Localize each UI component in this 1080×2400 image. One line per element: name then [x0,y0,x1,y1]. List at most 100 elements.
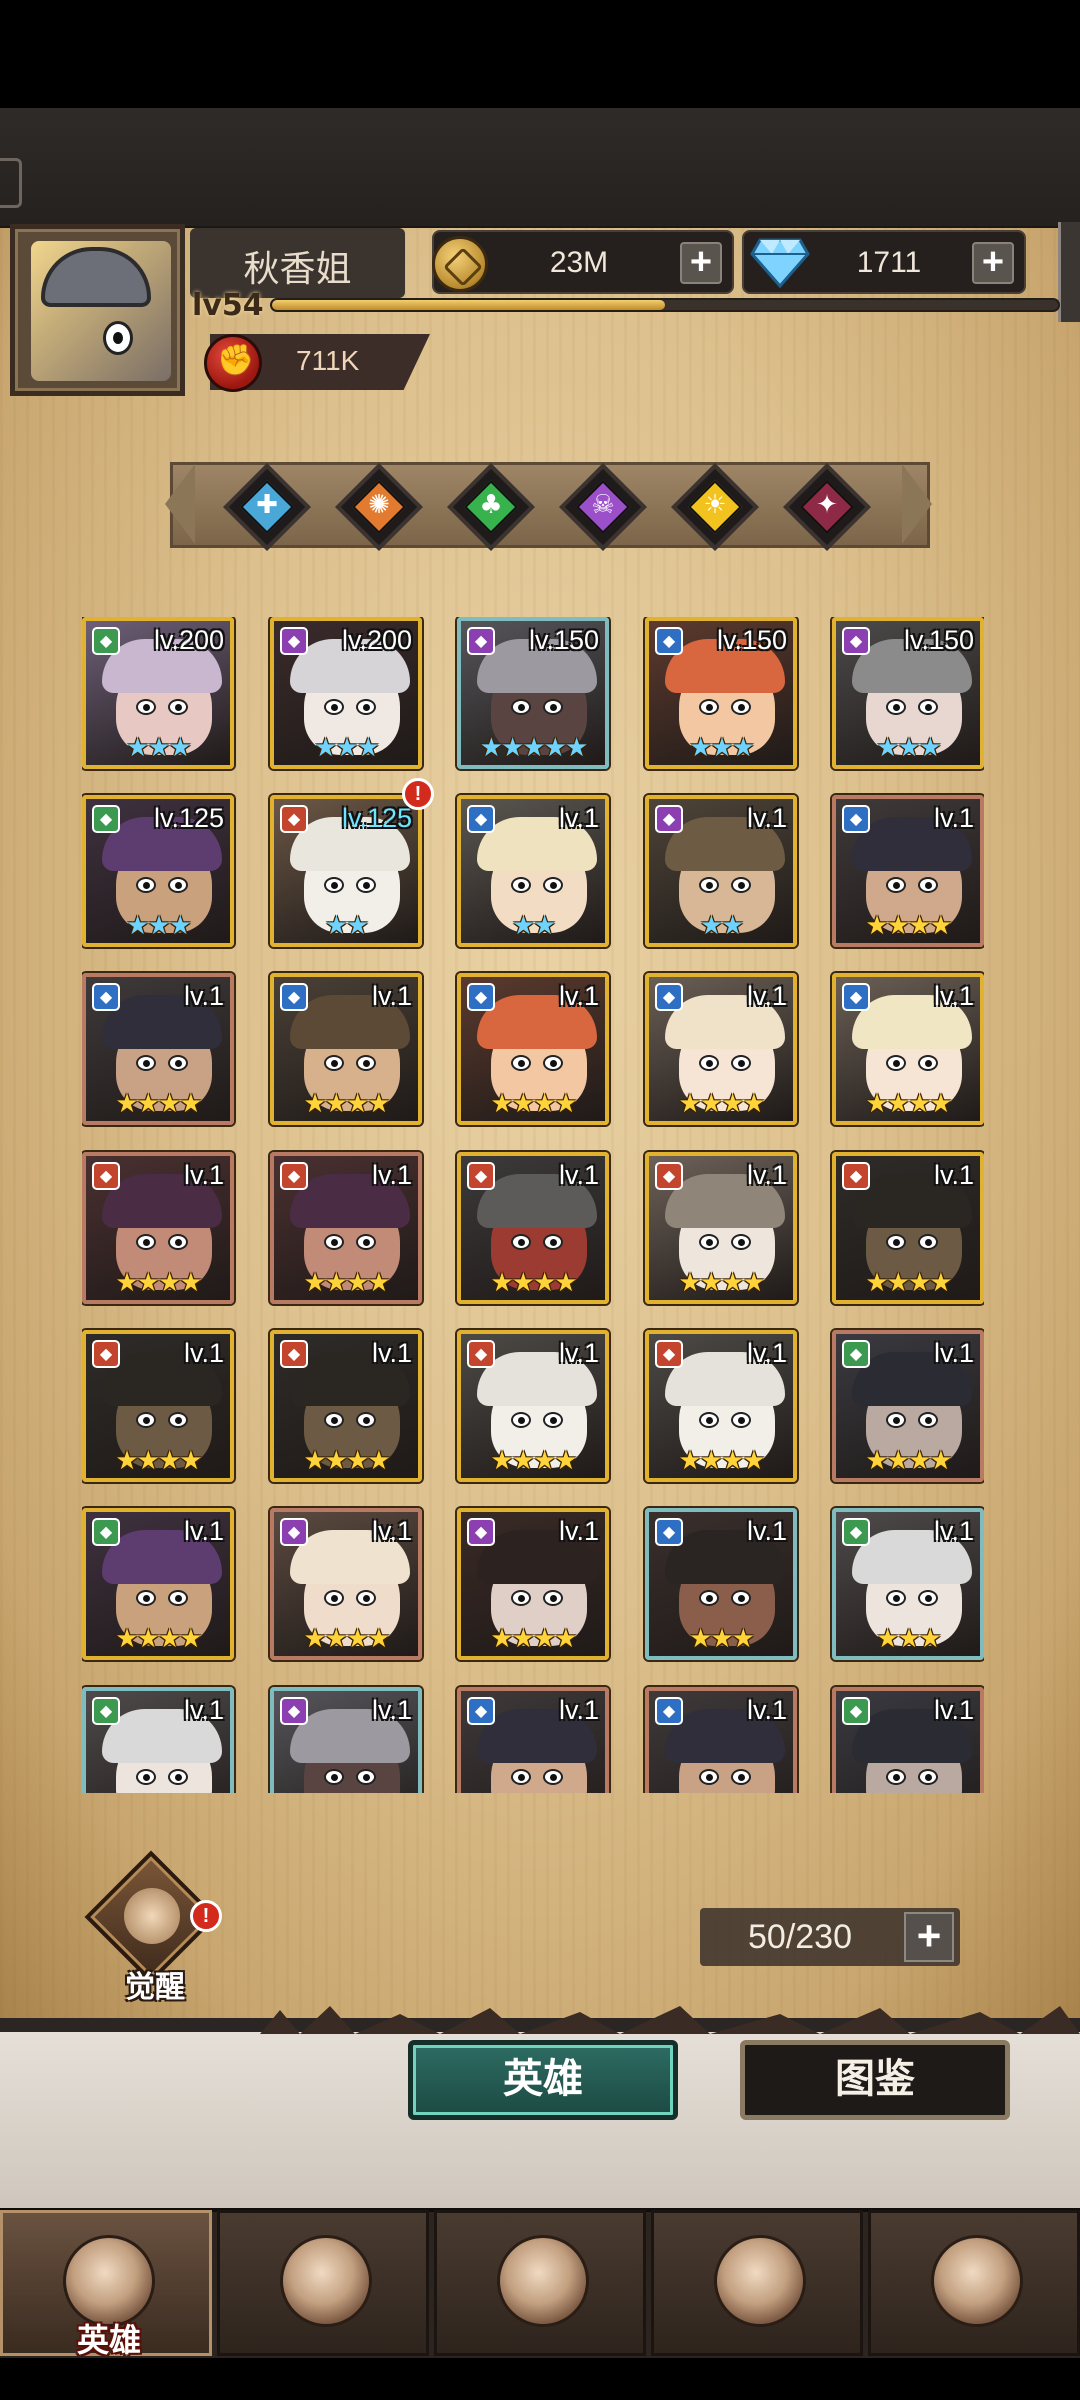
hero-card[interactable]: ◆ lv.1 ★★★★ [270,1508,422,1660]
tab-codex[interactable]: 图鉴 [740,2040,1010,2120]
hero-stars: ★★★★ [490,1268,577,1298]
hero-card[interactable]: ◆ lv.1 ★★★★ [82,1508,234,1660]
hero-stars: ★★★★ [678,1268,765,1298]
hero-card[interactable]: ◆ lv.200 ★★★ [270,617,422,769]
hero-eye [886,1412,906,1428]
hero-card[interactable]: ◆ lv.1 ★★ [645,795,797,947]
nav-item-castle-tower[interactable] [651,2210,863,2356]
hero-card[interactable]: ◆ lv.1 ★★★ [645,1508,797,1660]
hero-card[interactable]: ◆ lv.1 ★★★★ [270,973,422,1125]
hero-card[interactable]: ◆ lv.1 [270,1687,422,1793]
nav-item-knight-helmet[interactable]: 英雄 [0,2210,212,2358]
hero-card[interactable]: ◆ lv.125 ★★★ [82,795,234,947]
hero-eye [136,1055,156,1071]
hero-card[interactable]: ◆ lv.1 ★★★★ [457,1330,609,1482]
hero-card[interactable]: ◆ lv.150 ★★★★★ [457,617,609,769]
expand-capacity-button[interactable]: + [904,1912,954,1962]
hero-eye [731,1412,751,1428]
hero-level: lv.1 [746,803,787,833]
hero-eye [511,1234,531,1250]
hero-eye [168,1055,188,1071]
war-flag-icon [280,2235,372,2327]
hero-eye [511,877,531,893]
sun-faction-icon[interactable]: ☀ [670,462,760,552]
hero-card[interactable]: ◆ lv.1 ★★★★ [82,973,234,1125]
hero-card[interactable]: ◆ lv.1 ★★★★ [457,1152,609,1304]
hero-class-icon: ◆ [467,1697,495,1725]
filter-left-arrow[interactable] [165,464,195,544]
hero-eye [168,1412,188,1428]
hero-level: lv.1 [933,1338,974,1368]
hero-card[interactable]: ◆ lv.1 [645,1687,797,1793]
clover-faction-icon[interactable]: ♣ [446,462,536,552]
hero-class-icon: ◆ [842,1697,870,1725]
hero-card[interactable]: ◆ lv.1 ★★★★ [832,795,984,947]
top-frame [0,108,1080,228]
hero-stars: ★★★ [314,733,380,763]
hero-level: lv.1 [933,1695,974,1725]
hero-eye [731,1055,751,1071]
hero-eye [356,1234,376,1250]
hero-card[interactable]: ◆ lv.1 ★★★★ [270,1152,422,1304]
avatar-portrait [31,241,171,381]
hero-eye [886,1055,906,1071]
hero-card[interactable]: ◆ lv.150 ★★★ [645,617,797,769]
hero-card[interactable]: ◆ lv.1 ★★★★ [82,1152,234,1304]
hero-stars: ★★ [511,911,557,941]
cross-faction-icon[interactable]: ✚ [222,462,312,552]
hero-level: lv.1 [371,1695,412,1725]
hero-card[interactable]: ◆ lv.1 ★★★★ [832,1330,984,1482]
nav-item-guild-emblem[interactable] [868,2210,1080,2356]
hero-level: lv.1 [371,1516,412,1546]
hero-card[interactable]: ◆ lv.1 [832,1687,984,1793]
filter-right-arrow[interactable] [902,464,932,544]
tab-heroes[interactable]: 英雄 [408,2040,678,2120]
hero-card[interactable]: ◆ lv.1 ★★★★ [645,973,797,1125]
hero-eye [168,1769,188,1785]
hero-card[interactable]: ◆ lv.200 ★★★ [82,617,234,769]
hero-level: lv.1 [558,1160,599,1190]
hero-class-icon: ◆ [467,1162,495,1190]
hero-card[interactable]: ◆ lv.1 ★★★★ [457,1508,609,1660]
hero-card[interactable]: ◆ lv.1 ★★★★ [832,973,984,1125]
frame-rail [1058,222,1080,322]
flame-faction-icon[interactable]: ✺ [334,462,424,552]
hero-card[interactable]: ◆ lv.1 ★★ [457,795,609,947]
hero-card[interactable]: ◆ lv.1 ★★★★ [82,1330,234,1482]
hero-card[interactable]: ◆ lv.1 ★★★★ [270,1330,422,1482]
hero-eye [324,1234,344,1250]
hero-level: lv.1 [746,1338,787,1368]
hero-card[interactable]: ◆ lv.1 [457,1687,609,1793]
helmet-shape [41,247,151,307]
awaken-button[interactable]: 觉醒 ! [84,1850,222,2004]
hero-card[interactable]: ◆ lv.1 ★★★★ [832,1152,984,1304]
add-gems-button[interactable]: + [972,242,1014,284]
demon-faction-icon[interactable]: ✦ [782,462,872,552]
add-gold-button[interactable]: + [680,242,722,284]
hero-level: lv.1 [183,981,224,1011]
hero-class-icon: ◆ [280,983,308,1011]
hero-card[interactable]: ◆ lv.150 ★★★ [832,617,984,769]
hero-card[interactable]: ◆ lv.125 ★★ [270,795,422,947]
castle-tower-icon [714,2235,806,2327]
fist-power-icon [204,334,262,392]
hero-class-icon: ◆ [842,627,870,655]
hero-class-icon: ◆ [92,805,120,833]
player-avatar[interactable] [10,224,185,396]
hero-class-icon: ◆ [655,627,683,655]
nav-label: 英雄 [76,2322,141,2358]
skull-faction-icon[interactable]: ☠ [558,462,648,552]
hero-card[interactable]: ◆ lv.1 ★★★★ [645,1330,797,1482]
hero-card[interactable]: ◆ lv.1 [82,1687,234,1793]
hero-eye [699,1234,719,1250]
hero-card[interactable]: ◆ lv.1 ★★★★ [645,1152,797,1304]
hero-eye [168,699,188,715]
hero-card[interactable]: ◆ lv.1 ★★★★ [457,973,609,1125]
hero-eye [356,1412,376,1428]
nav-item-war-flag[interactable] [217,2210,429,2356]
hero-class-icon: ◆ [467,1340,495,1368]
hero-class-icon: ◆ [280,1340,308,1368]
hero-card[interactable]: ◆ lv.1 ★★★ [832,1508,984,1660]
hero-eye [136,1412,156,1428]
nav-item-crossed-swords[interactable] [434,2210,646,2356]
